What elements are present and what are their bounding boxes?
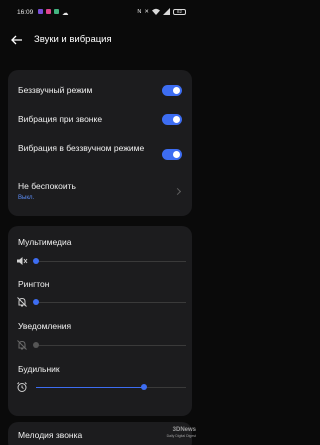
- mute-icon: ✕: [144, 8, 149, 15]
- app-notification-icon: [46, 9, 51, 14]
- dnd-label: Не беспокоить: [18, 181, 76, 191]
- status-time: 16:09: [17, 9, 34, 16]
- slider-track[interactable]: [33, 258, 186, 264]
- dnd-value: Выкл.: [18, 195, 35, 201]
- slider-fill: [36, 386, 144, 388]
- media-volume-slider[interactable]: [16, 255, 186, 267]
- header: Звуки и вибрация: [0, 30, 200, 50]
- app-notification-icon: [38, 9, 43, 14]
- sound-settings-card: Беззвучный режим Вибрация при звонке Виб…: [8, 70, 192, 216]
- silent-mode-toggle[interactable]: [162, 85, 182, 96]
- speaker-muted-icon[interactable]: [16, 255, 28, 267]
- vibrate-in-silent-toggle[interactable]: [162, 149, 182, 160]
- vibrate-on-ring-label: Вибрация при звонке: [18, 114, 103, 124]
- ringtone-volume-label: Рингтон: [18, 279, 50, 289]
- alarm-clock-icon[interactable]: [16, 381, 28, 393]
- vibrate-in-silent-label: Вибрация в беззвучном режиме: [18, 143, 145, 153]
- ringtone-volume-slider[interactable]: [16, 296, 186, 308]
- status-bar: 16:09 ☁ N ✕ 82: [0, 0, 200, 22]
- notification-volume-slider[interactable]: [16, 339, 186, 351]
- bell-muted-icon[interactable]: [16, 339, 28, 351]
- notification-icons: ☁: [38, 9, 69, 17]
- nfc-icon: N: [137, 8, 142, 15]
- signal-icon: [163, 8, 170, 15]
- watermark-tagline: Daily Digital Digest: [166, 434, 196, 438]
- wifi-icon: [152, 8, 160, 15]
- page-title: Звуки и вибрация: [34, 34, 112, 45]
- slider-thumb[interactable]: [33, 299, 39, 305]
- chevron-right-icon: [173, 187, 182, 196]
- ringtone-label: Мелодия звонка: [18, 430, 83, 440]
- slider-thumb[interactable]: [33, 342, 39, 348]
- cloud-icon: ☁: [62, 10, 69, 17]
- notification-volume-label: Уведомления: [18, 321, 72, 331]
- bell-muted-icon[interactable]: [16, 296, 28, 308]
- slider-thumb[interactable]: [33, 258, 39, 264]
- alarm-volume-slider[interactable]: [16, 381, 186, 393]
- alarm-volume-label: Будильник: [18, 364, 60, 374]
- silent-mode-label: Беззвучный режим: [18, 85, 93, 95]
- volume-card: Мультимедиа Рингтон Уведомления Будильни…: [8, 226, 192, 416]
- vibrate-on-ring-toggle[interactable]: [162, 114, 182, 125]
- ringtone-card[interactable]: Мелодия звонка: [8, 422, 192, 445]
- media-volume-label: Мультимедиа: [18, 237, 72, 247]
- slider-track[interactable]: [33, 342, 186, 348]
- watermark-logo: 3DNews Daily Digital Digest: [167, 427, 196, 439]
- slider-thumb[interactable]: [141, 384, 147, 390]
- battery-indicator: 82: [173, 8, 186, 15]
- slider-track[interactable]: [33, 299, 186, 305]
- app-notification-icon: [54, 9, 59, 14]
- status-indicators: N ✕ 82: [137, 8, 186, 15]
- slider-track[interactable]: [36, 384, 186, 390]
- arrow-left-icon[interactable]: [9, 32, 25, 48]
